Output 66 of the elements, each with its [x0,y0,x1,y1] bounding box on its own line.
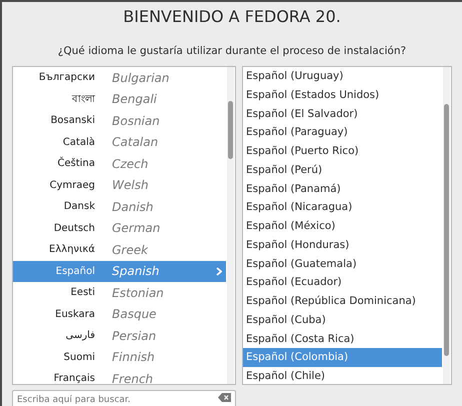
language-item[interactable]: Français French [13,368,226,384]
english-name: Czech [112,156,148,171]
language-item[interactable]: Bosanski Bosnian [13,110,226,132]
chevron-right-icon [216,266,222,276]
english-name: Welsh [112,178,148,192]
native-name: Čeština [56,158,95,170]
locale-item[interactable]: Español (Perú) [243,160,442,180]
locale-item[interactable]: Español (Uruguay) [243,67,442,86]
language-item[interactable]: Català Catalan [13,132,226,153]
english-name: Basque [112,307,156,322]
language-item[interactable]: Euskara Basque [13,304,226,325]
locale-item[interactable]: Español (Panamá) [243,180,442,198]
locale-item[interactable]: Español (El Salvador) [243,104,442,124]
scrollbar[interactable] [227,67,234,384]
native-name: Eesti [70,287,95,298]
english-name: German [112,221,160,236]
language-item[interactable]: Cymraeg Welsh [13,174,226,196]
locale-item[interactable]: Español (Ecuador) [243,273,442,292]
locale-item[interactable]: Español (Guatemala) [243,254,442,274]
locale-item[interactable]: Español (Estados Unidos) [243,86,442,104]
english-name: Bosnian [112,114,160,128]
native-name: Deutsch [52,222,95,234]
language-item[interactable]: Dansk Danish [13,196,226,218]
language-item[interactable]: Deutsch German [13,218,226,239]
english-name: French [112,372,154,384]
native-name: Български [38,72,95,84]
english-name: Bulgarian [112,70,170,85]
language-item[interactable]: Suomi Finnish [13,346,226,368]
english-name: Bengali [112,92,157,106]
native-name: Español [54,266,95,277]
language-item[interactable]: বাংলা Bengali [13,88,226,110]
native-name: Suomi [62,352,95,363]
native-name: Français [52,373,95,384]
english-name: Estonian [112,286,164,300]
native-name: Cymraeg [48,180,95,191]
language-question: ¿Qué idioma le gustaría utilizar durante el proceso de instalación? [56,44,408,58]
language-item[interactable]: Eesti Estonian [13,282,226,304]
language-item[interactable]: Ελληνικά Greek [13,239,226,260]
locale-item[interactable]: Español (Chile) [243,367,442,384]
native-name: বাংলা [70,92,95,107]
language-item[interactable]: Čeština Czech [13,153,226,174]
locale-item[interactable]: Español (Puerto Rico) [243,142,442,161]
native-name: Català [62,136,95,148]
english-name: Finnish [112,350,155,364]
native-name: Euskara [54,308,95,320]
scrollbar[interactable] [443,67,450,384]
locale-item[interactable]: Español (Nicaragua) [243,198,442,217]
locale-item[interactable]: Español (México) [243,217,442,236]
locale-item[interactable]: Español (Honduras) [243,236,442,254]
native-name: فارسی [64,330,95,342]
locale-item[interactable]: Español (Cuba) [243,310,442,330]
native-name: Ελληνικά [48,244,95,256]
english-name: Spanish [112,264,160,278]
english-name: Greek [112,242,148,257]
search-field[interactable]: Escriba aquí para buscar. [12,390,236,406]
locale-item[interactable]: Español (Costa Rica) [243,330,442,348]
language-item[interactable]: Български Bulgarian [13,67,226,88]
clear-icon[interactable] [218,393,231,402]
native-name: Dansk [62,201,95,212]
english-name: Danish [112,200,154,214]
english-name: Persian [112,328,156,343]
locale-item[interactable]: Español (Paraguay) [243,123,442,142]
native-name: Bosanski [50,115,95,126]
english-name: Catalan [112,135,158,150]
locale-item[interactable]: Español (República Dominicana) [243,292,442,311]
welcome-title: BIENVENIDO A FEDORA 20. [122,7,342,27]
